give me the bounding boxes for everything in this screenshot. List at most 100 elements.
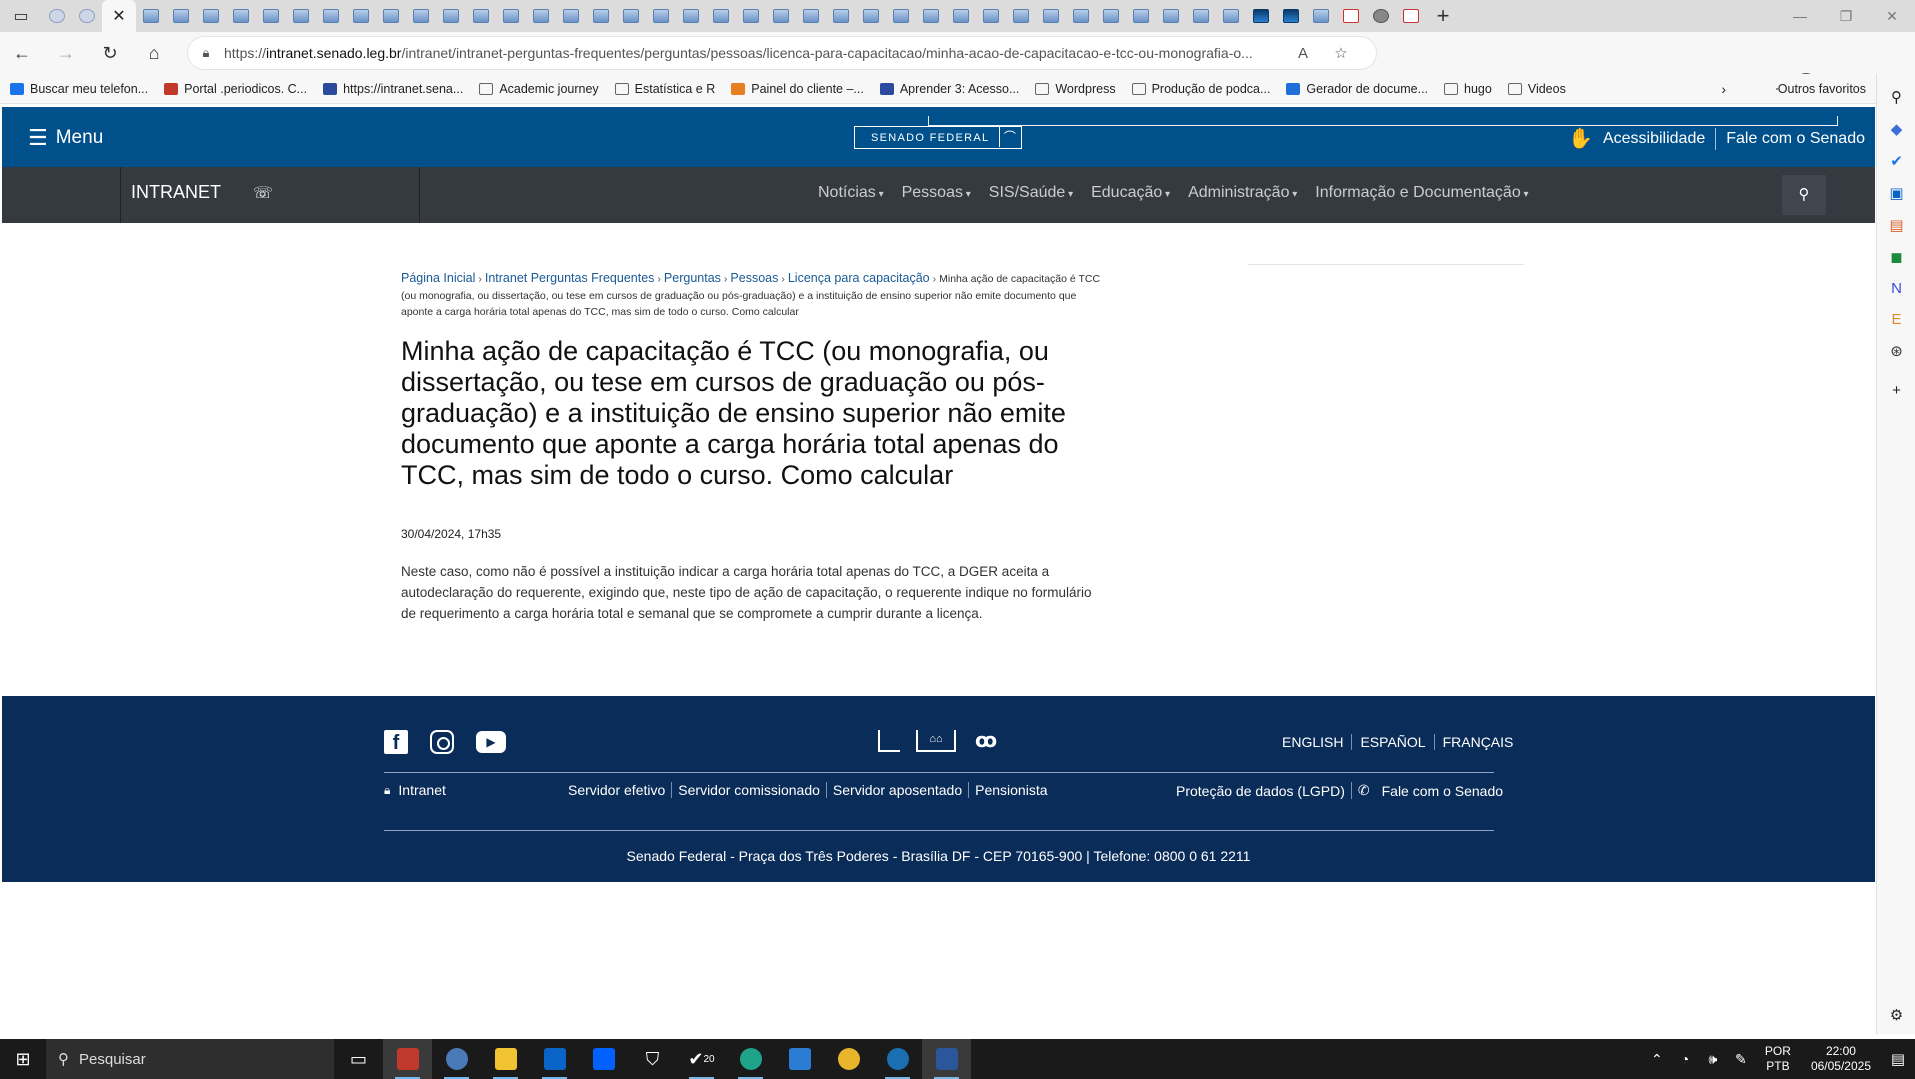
contact-link[interactable]: Fale com o Senado — [1726, 130, 1865, 148]
browser-tab[interactable] — [916, 0, 946, 32]
bookmark-item[interactable]: https://intranet.sena... — [323, 82, 463, 96]
browser-tab[interactable] — [286, 0, 316, 32]
pen-icon[interactable]: ✎ — [1727, 1051, 1755, 1068]
input-language[interactable]: POR PTB — [1765, 1044, 1791, 1074]
language-link[interactable]: ESPAÑOL — [1351, 734, 1433, 750]
breadcrumb-link[interactable]: Perguntas — [664, 271, 721, 285]
browser-tab[interactable] — [796, 0, 826, 32]
forward-button[interactable]: → — [44, 32, 88, 74]
browser-tab[interactable] — [1156, 0, 1186, 32]
word-icon[interactable] — [922, 1039, 971, 1079]
editor-icon[interactable]: E — [1877, 311, 1915, 328]
close-tab-icon[interactable]: ✕ — [112, 6, 125, 26]
minimize-icon[interactable]: — — [1777, 0, 1823, 32]
browser-tab[interactable] — [1336, 0, 1366, 32]
bookmark-item[interactable]: Buscar meu telefon... — [10, 82, 148, 96]
lock-icon[interactable]: 🔒︎ — [188, 45, 224, 61]
other-favorites-folder[interactable]: Outros favoritos — [1775, 82, 1866, 96]
nav-item[interactable]: Pessoas — [902, 184, 971, 202]
nav-item[interactable]: SIS/Saúde — [989, 184, 1073, 202]
browser-tab[interactable] — [1186, 0, 1216, 32]
nav-item[interactable]: Educação — [1091, 184, 1170, 202]
browser-tab[interactable] — [256, 0, 286, 32]
footer-link[interactable]: Servidor efetivo — [562, 782, 671, 798]
nav-item[interactable]: Administração — [1188, 184, 1297, 202]
congress-building-icon[interactable]: ⌂⌂ — [916, 730, 956, 752]
browser-tab[interactable] — [976, 0, 1006, 32]
browser-tab[interactable] — [1366, 0, 1396, 32]
copilot-icon[interactable]: ◆ — [1877, 120, 1915, 138]
bookmark-item[interactable]: Videos — [1507, 82, 1566, 96]
sign-language-icon[interactable]: ✋ — [1568, 126, 1593, 151]
new-tab-button[interactable]: + — [1426, 0, 1460, 32]
app-icon[interactable] — [383, 1039, 432, 1079]
security-icon[interactable]: ⛉ — [628, 1039, 677, 1079]
volume-icon[interactable]: 🕪︎ — [1699, 1051, 1727, 1068]
more-bookmarks-chevron-icon[interactable]: › — [1721, 81, 1726, 97]
tab-actions-icon[interactable]: ▭ — [0, 0, 42, 32]
browser-tab[interactable] — [826, 0, 856, 32]
clock[interactable]: 22:00 06/05/2025 — [1811, 1044, 1871, 1074]
breadcrumb-link[interactable]: Intranet Perguntas Frequentes — [485, 271, 655, 285]
footer-contact-link[interactable]: Fale com o Senado — [1376, 783, 1509, 799]
bookmark-item[interactable]: Painel do cliente –... — [731, 82, 864, 96]
restore-icon[interactable]: ❐ — [1823, 0, 1869, 32]
bookmark-item[interactable]: Wordpress — [1035, 82, 1116, 96]
edge-icon[interactable] — [726, 1039, 775, 1079]
site-search-button[interactable]: ⚲ — [1782, 175, 1826, 215]
nav-item[interactable]: Informação e Documentação — [1315, 184, 1528, 202]
search-icon[interactable]: ⚲ — [1877, 88, 1915, 106]
bookmark-item[interactable]: hugo — [1444, 82, 1492, 96]
radio-senado-icon[interactable]: ꝏ — [972, 730, 1000, 752]
youtube-icon[interactable]: ▶ — [476, 731, 506, 753]
file-explorer-icon[interactable] — [481, 1039, 530, 1079]
dropbox-icon[interactable] — [579, 1039, 628, 1079]
menu-button[interactable]: ☰ Menu — [28, 125, 103, 151]
bookmark-item[interactable]: Estatística e R — [614, 82, 715, 96]
vpn-icon[interactable] — [873, 1039, 922, 1079]
browser-tab[interactable] — [556, 0, 586, 32]
bookmark-item[interactable]: Academic journey — [479, 82, 599, 96]
todo-icon[interactable]: ✔ 20 — [677, 1039, 726, 1079]
browser-tab[interactable] — [136, 0, 166, 32]
whatsapp-icon[interactable]: ☏ — [253, 183, 273, 203]
intranet-link[interactable]: 🔒︎ Intranet — [384, 782, 446, 798]
nav-item[interactable]: Notícias — [818, 184, 884, 202]
browser-tab[interactable] — [1246, 0, 1276, 32]
privacy-link[interactable]: Proteção de dados (LGPD) — [1170, 783, 1351, 799]
browser-tab[interactable] — [856, 0, 886, 32]
browser-tab-active[interactable]: ✕ — [102, 0, 136, 32]
browser-tab[interactable] — [1126, 0, 1156, 32]
language-link[interactable]: ENGLISH — [1282, 734, 1351, 750]
store-icon[interactable] — [775, 1039, 824, 1079]
notes-icon[interactable]: N — [1877, 280, 1915, 297]
notifications-icon[interactable]: ▤ — [1881, 1050, 1915, 1068]
browser-tab[interactable] — [1006, 0, 1036, 32]
browser-tab[interactable] — [736, 0, 766, 32]
breadcrumb-link[interactable]: Página Inicial — [401, 271, 475, 285]
chatgpt-icon[interactable]: ⊛ — [1877, 342, 1915, 360]
browser-tab[interactable] — [1066, 0, 1096, 32]
breadcrumb-link[interactable]: Pessoas — [730, 271, 778, 285]
footer-link[interactable]: Servidor aposentado — [825, 782, 968, 798]
outlook-icon[interactable]: ▣ — [1877, 184, 1915, 202]
sidebar-settings-icon[interactable]: ⚙ — [1877, 1006, 1915, 1024]
browser-tab[interactable] — [646, 0, 676, 32]
footer-link[interactable]: Pensionista — [968, 782, 1053, 798]
browser-tab[interactable] — [436, 0, 466, 32]
instagram-icon[interactable] — [430, 730, 454, 754]
browser-tab[interactable] — [72, 0, 102, 32]
browser-tab[interactable] — [316, 0, 346, 32]
bookmark-item[interactable]: Gerador de docume... — [1286, 82, 1428, 96]
browser-tab[interactable] — [766, 0, 796, 32]
back-button[interactable]: ← — [0, 32, 44, 74]
bookmark-item[interactable]: Aprender 3: Acesso... — [879, 82, 1019, 96]
browser-tab[interactable] — [706, 0, 736, 32]
drive-icon[interactable]: ◼ — [1877, 248, 1915, 266]
language-link[interactable]: FRANÇAIS — [1433, 734, 1522, 750]
tv-senado-icon[interactable] — [878, 730, 900, 752]
browser-tab[interactable] — [466, 0, 496, 32]
browser-tab[interactable] — [1396, 0, 1426, 32]
outlook-icon[interactable] — [530, 1039, 579, 1079]
browser-tab[interactable] — [526, 0, 556, 32]
